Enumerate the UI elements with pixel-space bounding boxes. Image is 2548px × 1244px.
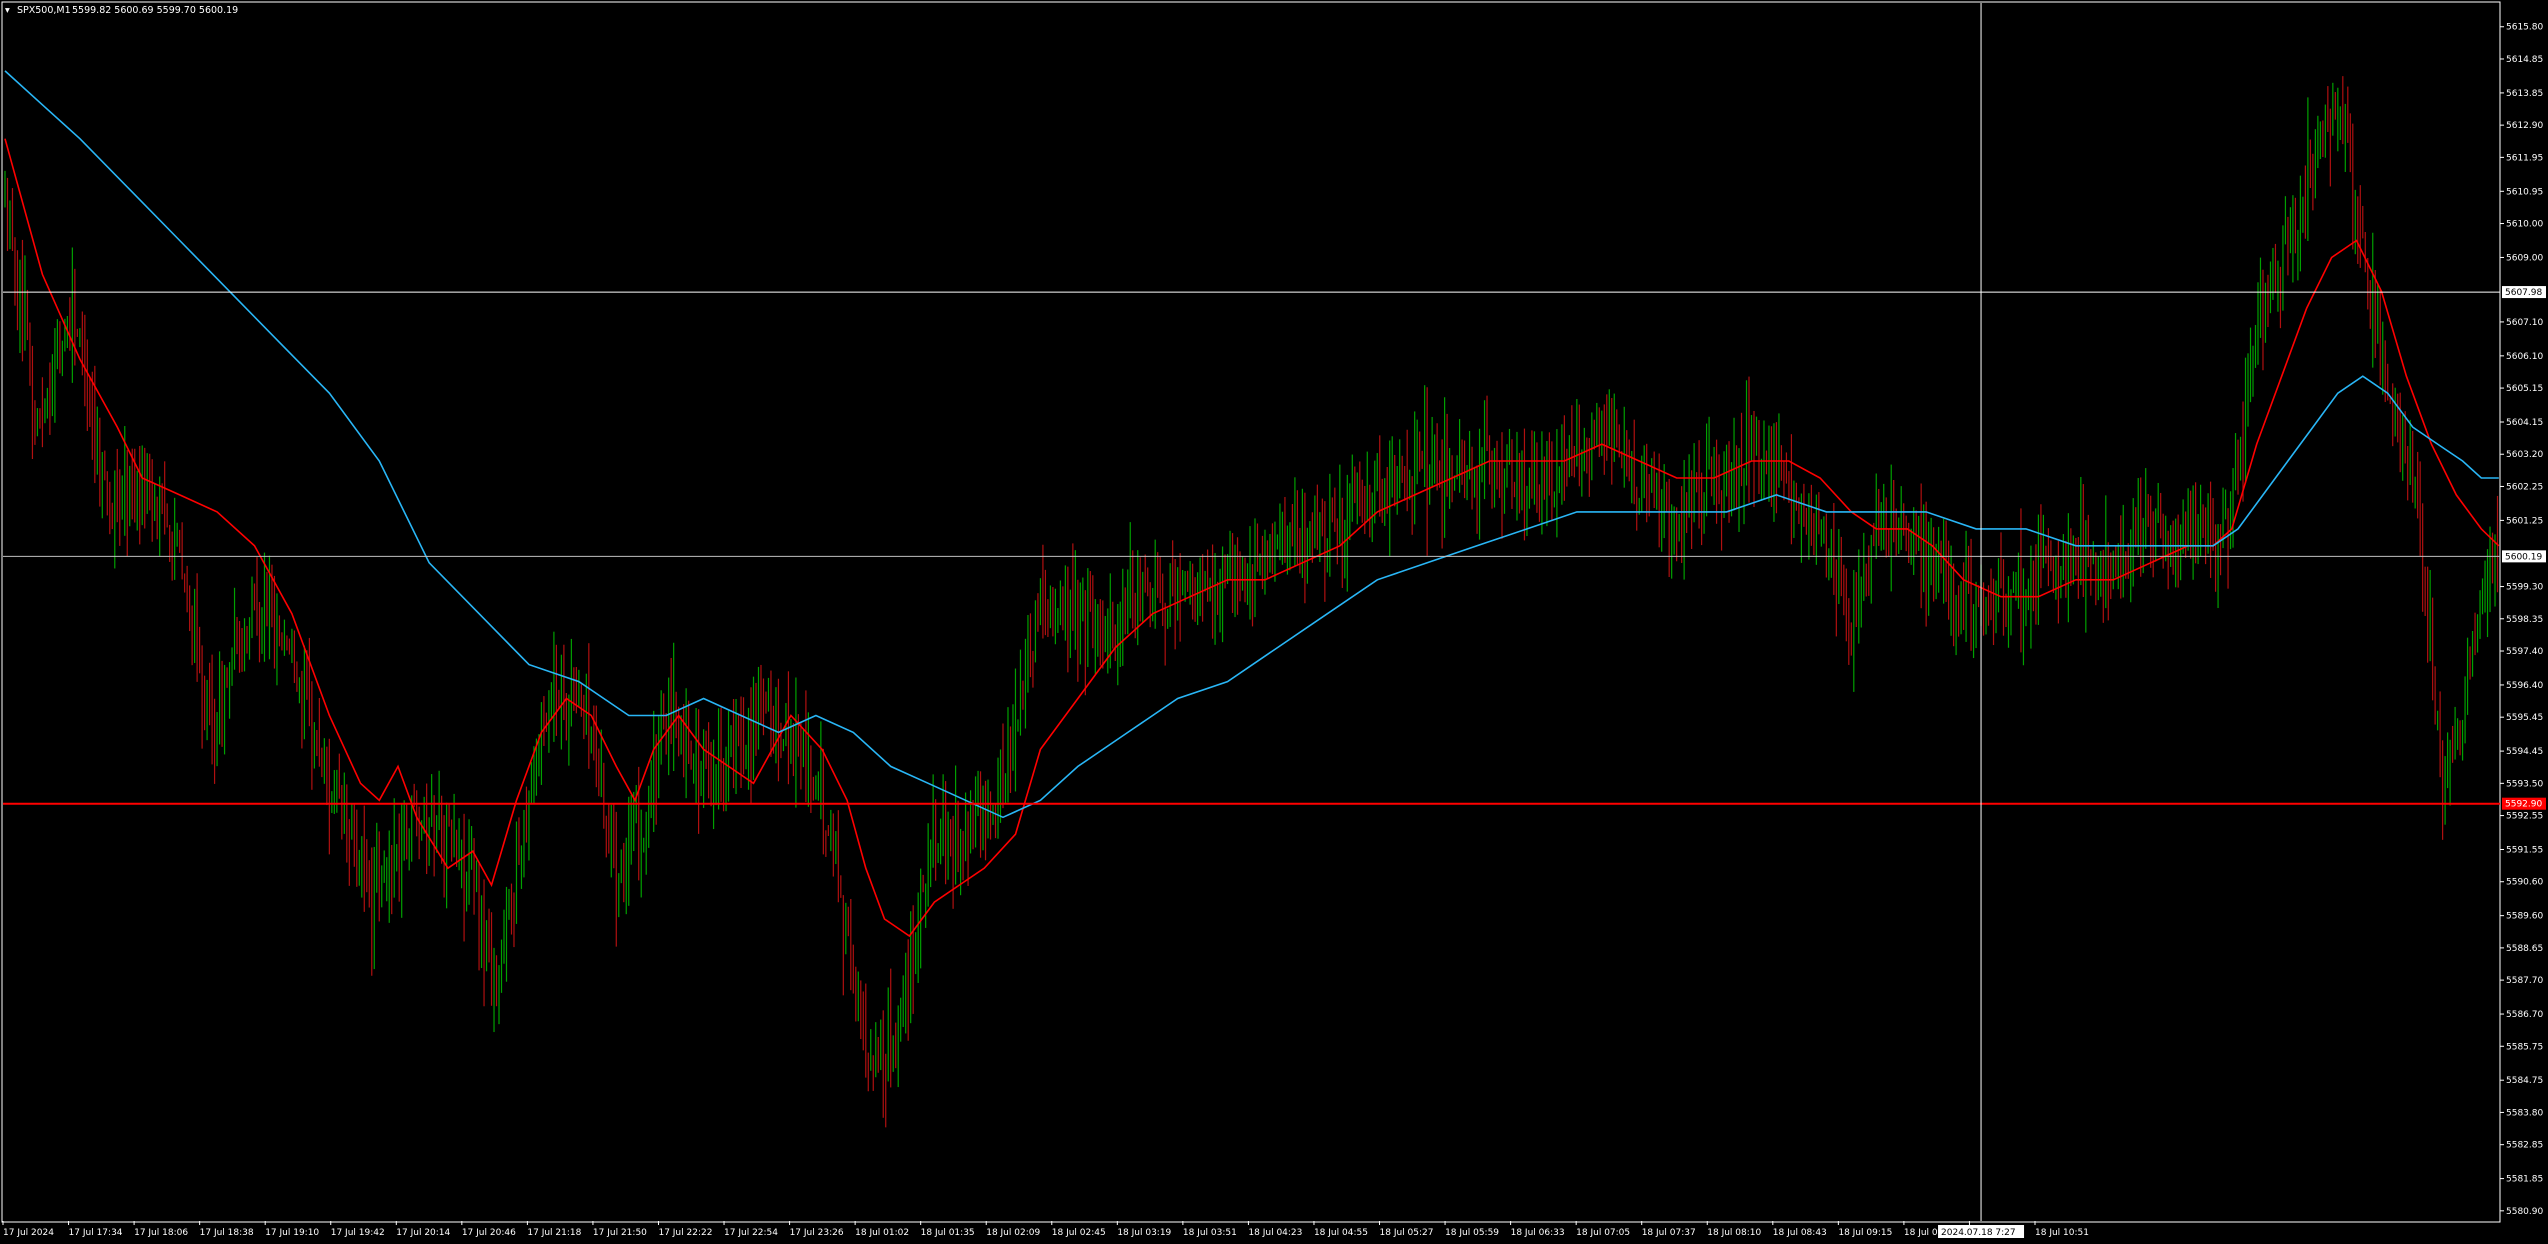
y-tick-label: 5598.35 — [2506, 615, 2543, 625]
crosshair-time-tag: 2024.07.18 7:27 — [1941, 1228, 2016, 1238]
y-tick-label: 5615.80 — [2506, 23, 2543, 33]
y-tick-label: 5611.95 — [2506, 153, 2543, 163]
y-tick-label: 5585.75 — [2506, 1042, 2543, 1052]
x-tick-label: 18 Jul 07:05 — [1576, 1228, 1630, 1238]
x-tick-label: 18 Jul 10:51 — [2035, 1228, 2089, 1238]
y-tick-label: 5610.95 — [2506, 187, 2543, 197]
x-tick-label: 17 Jul 20:46 — [462, 1228, 516, 1238]
y-tick-label: 5580.90 — [2506, 1207, 2543, 1217]
bid-price-tag: 5600.19 — [2505, 552, 2542, 562]
y-tick-label: 5609.00 — [2506, 253, 2543, 263]
x-tick-label: 18 Jul 03:51 — [1183, 1228, 1237, 1238]
x-tick-label: 17 Jul 21:18 — [527, 1228, 581, 1238]
x-tick-label: 17 Jul 23:26 — [790, 1228, 844, 1238]
x-tick-label: 17 Jul 18:38 — [200, 1228, 254, 1238]
y-tick-label: 5603.20 — [2506, 450, 2543, 460]
y-tick-label: 5605.15 — [2506, 384, 2543, 394]
y-tick-label: 5583.80 — [2506, 1108, 2543, 1118]
y-tick-label: 5612.90 — [2506, 121, 2543, 131]
y-tick-label: 5591.55 — [2506, 845, 2543, 855]
y-tick-label: 5596.40 — [2506, 681, 2543, 691]
x-tick-label: 17 Jul 22:54 — [724, 1228, 778, 1238]
y-tick-label: 5589.60 — [2506, 912, 2543, 922]
level-price-tag: 5592.90 — [2505, 800, 2542, 810]
x-tick-label: 17 Jul 2024 — [3, 1228, 54, 1238]
y-tick-label: 5581.85 — [2506, 1175, 2543, 1185]
x-tick-label: 18 Jul 02:45 — [1052, 1228, 1106, 1238]
x-tick-label: 18 Jul 07:37 — [1642, 1228, 1696, 1238]
symbol-label: SPX500,M1 — [17, 5, 71, 16]
x-tick-label: 17 Jul 20:14 — [396, 1228, 450, 1238]
y-tick-label: 5586.70 — [2506, 1010, 2543, 1020]
x-tick-label: 18 Jul 01:35 — [921, 1228, 975, 1238]
x-tick-label: 17 Jul 22:22 — [658, 1228, 712, 1238]
y-tick-label: 5584.75 — [2506, 1076, 2543, 1086]
y-tick-label: 5597.40 — [2506, 647, 2543, 657]
x-tick-label: 18 Jul 01:02 — [855, 1228, 909, 1238]
y-tick-label: 5601.25 — [2506, 516, 2543, 526]
y-tick-label: 5602.25 — [2506, 482, 2543, 492]
ohlc-readout: 5599.82 5600.69 5599.70 5600.19 — [72, 5, 238, 16]
y-tick-label: 5587.70 — [2506, 976, 2543, 986]
x-tick-label: 18 Jul 05:59 — [1445, 1228, 1499, 1238]
y-tick-label: 5590.60 — [2506, 878, 2543, 888]
chart-header: ▾ SPX500,M1 5599.82 5600.69 5599.70 5600… — [5, 5, 238, 16]
x-tick-label: 17 Jul 19:42 — [331, 1228, 385, 1238]
y-tick-label: 5593.50 — [2506, 779, 2543, 789]
x-tick-label: 18 Jul 09:15 — [1838, 1228, 1892, 1238]
x-tick-label: 18 Jul 08:43 — [1773, 1228, 1827, 1238]
header-prefix: ▾ — [5, 5, 10, 16]
y-tick-label: 5607.10 — [2506, 318, 2543, 328]
y-tick-label: 5599.30 — [2506, 583, 2543, 593]
y-tick-label: 5610.00 — [2506, 220, 2543, 230]
x-tick-label: 17 Jul 17:34 — [69, 1228, 123, 1238]
x-tick-label: 18 Jul 05:27 — [1380, 1228, 1434, 1238]
x-tick-label: 18 Jul 04:55 — [1314, 1228, 1368, 1238]
chart-canvas[interactable]: 5615.80 5614.85 5613.85 5612.90 5611.95 5610.… — [0, 0, 2548, 1244]
x-tick-label: 18 Jul 06:33 — [1511, 1228, 1565, 1238]
x-tick-label: 17 Jul 19:10 — [265, 1228, 319, 1238]
y-tick-label: 5613.85 — [2506, 89, 2543, 99]
y-tick-label: 5606.10 — [2506, 352, 2543, 362]
y-tick-label: 5614.85 — [2506, 55, 2543, 65]
y-tick-label: 5592.55 — [2506, 812, 2543, 822]
x-tick-label: 18 Jul 08:10 — [1707, 1228, 1761, 1238]
chart-background — [0, 0, 2548, 1244]
x-tick-label: 18 Jul 02:09 — [986, 1228, 1040, 1238]
y-tick-label: 5604.15 — [2506, 418, 2543, 428]
y-tick-label: 5594.45 — [2506, 747, 2543, 757]
y-tick-label: 5588.65 — [2506, 944, 2543, 954]
x-tick-label: 17 Jul 21:50 — [593, 1228, 647, 1238]
y-tick-label: 5595.45 — [2506, 713, 2543, 723]
x-tick-label: 18 Jul 03:19 — [1117, 1228, 1171, 1238]
x-tick-label: 18 Jul 04:23 — [1248, 1228, 1302, 1238]
crosshair-price-tag: 5607.98 — [2505, 288, 2542, 298]
y-tick-label: 5582.85 — [2506, 1141, 2543, 1151]
x-tick-label: 17 Jul 18:06 — [134, 1228, 188, 1238]
